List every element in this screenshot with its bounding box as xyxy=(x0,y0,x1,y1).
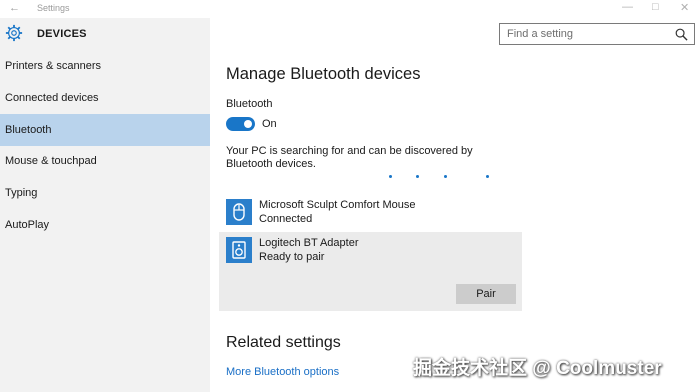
sidebar-item-label: Connected devices xyxy=(5,92,99,104)
device-list-item-adapter[interactable]: Logitech BT Adapter Ready to pair xyxy=(219,232,522,272)
gear-icon xyxy=(5,24,23,42)
search-input[interactable]: Find a setting xyxy=(507,28,573,40)
progress-dot xyxy=(389,175,392,178)
bluetooth-label: Bluetooth xyxy=(226,98,273,110)
sidebar-item-connected-devices[interactable]: Connected devices xyxy=(0,82,210,114)
sidebar-item-label: Bluetooth xyxy=(5,124,52,136)
sidebar-item-label: Printers & scanners xyxy=(5,60,101,72)
device-name: Logitech BT Adapter xyxy=(259,237,359,249)
close-button[interactable]: ✕ xyxy=(680,1,689,14)
sidebar-item-printers-scanners[interactable]: Printers & scanners xyxy=(0,50,210,82)
device-status: Connected xyxy=(259,213,313,225)
section-title: DEVICES xyxy=(37,28,87,40)
device-list-item-mouse[interactable]: Microsoft Sculpt Comfort Mouse Connected xyxy=(219,194,522,234)
sidebar-item-bluetooth[interactable]: Bluetooth xyxy=(0,114,210,146)
maximize-button[interactable]: □ xyxy=(652,1,659,13)
toggle-knob xyxy=(244,120,252,128)
sidebar-item-label: Typing xyxy=(5,187,38,199)
mouse-icon xyxy=(226,199,252,225)
sidebar-item-autoplay[interactable]: AutoPlay xyxy=(0,209,210,241)
progress-dot xyxy=(486,175,489,178)
watermark: 掘金技术社区 @ Coolmuster xyxy=(413,358,662,379)
sidebar-item-typing[interactable]: Typing xyxy=(0,177,210,209)
searching-status-text: Your PC is searching for and can be disc… xyxy=(226,145,473,170)
device-name: Microsoft Sculpt Comfort Mouse xyxy=(259,199,416,211)
window-title: Settings xyxy=(37,3,70,13)
search-icon[interactable] xyxy=(675,28,688,41)
search-box[interactable]: Find a setting xyxy=(499,23,695,45)
progress-dot xyxy=(444,175,447,178)
sidebar-item-mouse-touchpad[interactable]: Mouse & touchpad xyxy=(0,145,210,177)
device-status: Ready to pair xyxy=(259,251,325,263)
more-bluetooth-options-link[interactable]: More Bluetooth options xyxy=(226,366,339,378)
toggle-state-label: On xyxy=(262,118,277,130)
speaker-icon xyxy=(226,237,252,263)
bluetooth-toggle[interactable] xyxy=(226,117,255,131)
sidebar-item-label: AutoPlay xyxy=(5,219,50,231)
related-settings-title: Related settings xyxy=(226,334,341,351)
pair-button[interactable]: Pair xyxy=(456,284,516,304)
title-bar: ← Settings — □ ✕ xyxy=(0,0,700,18)
page-title: Manage Bluetooth devices xyxy=(226,65,421,83)
minimize-button[interactable]: — xyxy=(622,1,633,13)
back-arrow-icon[interactable]: ← xyxy=(9,2,20,14)
sidebar-item-label: Mouse & touchpad xyxy=(5,155,97,167)
progress-dot xyxy=(416,175,419,178)
